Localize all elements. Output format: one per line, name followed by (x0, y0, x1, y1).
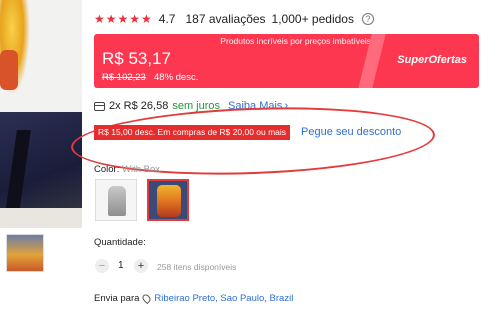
help-icon[interactable]: ? (361, 13, 374, 25)
swatch-figure-gray (108, 186, 126, 216)
shipping-row: Envia para Ribeirao Preto, Sao Paulo, Br… (94, 292, 293, 305)
color-selected-value: With Box (121, 164, 160, 175)
star-rating-icon: ★★★★★ (94, 12, 153, 26)
product-thumbnail[interactable] (6, 234, 44, 272)
quantity-increase-button[interactable]: + (134, 259, 148, 273)
rating-row: ★★★★★ 4.7 187 avaliações 1,000+ pedidos … (94, 11, 374, 27)
current-price: R$ 53,17 (102, 49, 171, 68)
color-option-without-box[interactable] (95, 179, 137, 221)
original-price: R$ 102,23 (102, 72, 146, 83)
get-discount-link[interactable]: Pegue seu desconto (301, 126, 401, 138)
discount-percent: 48% desc. (154, 72, 199, 83)
reviews-link[interactable]: 187 avaliações (185, 12, 265, 26)
orders-count: 1,000+ pedidos (271, 12, 354, 26)
color-option-with-box[interactable] (147, 179, 189, 221)
figure-body (0, 50, 18, 90)
price-banner: Produtos incríveis por preços imbatíveis… (94, 34, 479, 88)
credit-card-icon (94, 101, 105, 111)
location-pin-icon (141, 292, 153, 305)
rating-value: 4.7 (158, 12, 176, 26)
product-main-image[interactable] (0, 0, 82, 228)
swatch-figure-color (157, 185, 181, 217)
stock-available: 258 itens disponíveis (157, 262, 237, 272)
quantity-decrease-button[interactable]: − (95, 259, 109, 273)
ship-to-label: Envia para (94, 293, 140, 304)
superofertas-badge: SuperOfertas (397, 54, 467, 66)
ship-to-location-link[interactable]: Ribeirao Preto, Sao Paulo, Brazil (154, 293, 293, 304)
image-floor (0, 208, 82, 228)
installment-amount: 2x R$ 26,58 (109, 100, 169, 112)
price-tagline: Produtos incríveis por preços imbatíveis (220, 36, 371, 46)
color-label-text: Color: (94, 164, 120, 175)
color-label: Color: With Box (94, 164, 160, 175)
quantity-label: Quantidade: (94, 237, 146, 248)
quantity-input[interactable]: 1 (118, 260, 124, 271)
coupon-badge: R$ 15,00 desc. Em compras de R$ 20,00 ou… (94, 125, 291, 140)
